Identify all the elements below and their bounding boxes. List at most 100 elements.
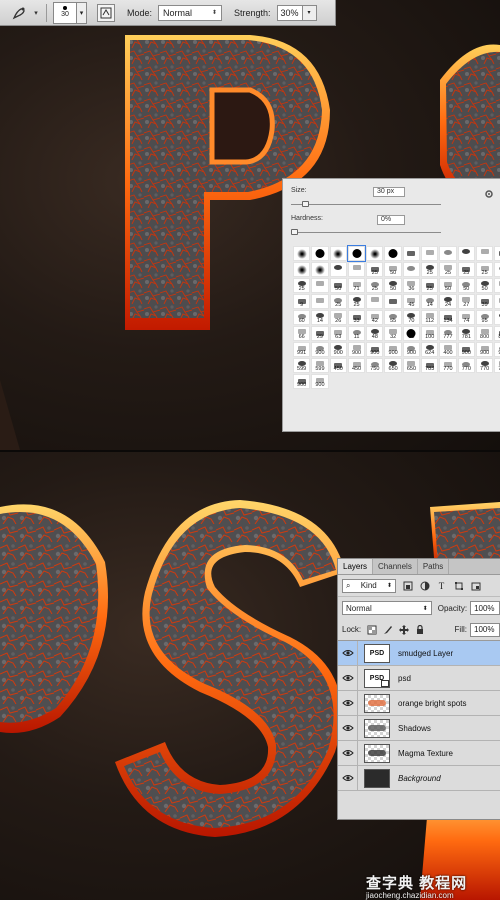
eye-icon[interactable] <box>338 765 358 791</box>
brush-tip[interactable] <box>293 262 311 277</box>
brush-tip[interactable] <box>475 246 494 261</box>
brush-tip[interactable]: 95 <box>475 310 494 325</box>
brush-tip[interactable] <box>402 262 421 277</box>
eye-icon[interactable] <box>338 640 358 666</box>
brush-tip[interactable]: 770 <box>494 358 500 373</box>
brush-tip[interactable]: 25 <box>366 278 384 293</box>
hardness-input[interactable]: 0% <box>377 215 405 225</box>
brush-tip[interactable]: 63 <box>329 326 347 341</box>
lock-move-icon[interactable] <box>398 624 409 635</box>
brush-tip[interactable]: 781 <box>457 326 475 341</box>
brush-tip[interactable]: 599 <box>293 358 311 373</box>
brush-tip[interactable]: 770 <box>439 358 457 373</box>
brush-tip[interactable] <box>366 294 384 309</box>
brush-tip[interactable]: 26 <box>329 310 347 325</box>
brush-tip[interactable]: 25 <box>457 262 475 277</box>
opacity-input[interactable]: 100% <box>470 601 500 615</box>
brush-tip[interactable] <box>311 278 329 293</box>
brush-tip[interactable]: 25 <box>329 294 347 309</box>
brush-tip[interactable]: 400 <box>439 342 457 357</box>
brush-tip[interactable]: 650 <box>402 358 421 373</box>
brush-preset-preview[interactable]: 30 <box>53 1 77 24</box>
brush-tip[interactable] <box>347 262 366 277</box>
brush-tip[interactable] <box>329 246 347 261</box>
brush-tip[interactable]: 9 <box>293 294 311 309</box>
brush-tip[interactable]: 50 <box>329 278 347 293</box>
brush-tip[interactable]: 900 <box>384 342 402 357</box>
brush-tip[interactable]: 770 <box>475 358 494 373</box>
brush-tip[interactable]: 900 <box>494 342 500 357</box>
type-filter-icon[interactable]: T <box>436 580 447 591</box>
layer-row[interactable]: orange bright spots <box>338 690 500 716</box>
brush-tip[interactable] <box>494 246 500 261</box>
brush-tip[interactable] <box>366 246 384 261</box>
size-slider-track[interactable] <box>291 204 441 205</box>
brush-tip[interactable]: 25 <box>421 262 439 277</box>
strength-input[interactable]: 30% <box>276 4 303 21</box>
eye-icon[interactable] <box>338 690 358 716</box>
brush-tip[interactable]: 70 <box>402 310 421 325</box>
brush-tip[interactable] <box>384 294 402 309</box>
shape-filter-icon[interactable] <box>453 580 464 591</box>
size-slider-thumb[interactable] <box>301 201 309 207</box>
brush-tip[interactable]: 100 <box>421 326 439 341</box>
tab-layers[interactable]: Layers <box>338 559 374 574</box>
brush-tip[interactable]: 777 <box>439 326 457 341</box>
brush-tip[interactable]: 60 <box>293 310 311 325</box>
brush-tip[interactable]: 71 <box>347 278 366 293</box>
eye-icon[interactable] <box>338 715 358 741</box>
brush-tip[interactable]: 800 <box>475 326 494 341</box>
brush-tip[interactable]: 450 <box>347 358 366 373</box>
brush-tip[interactable]: 66 <box>293 326 311 341</box>
tab-paths[interactable]: Paths <box>418 559 450 574</box>
brush-tip[interactable] <box>421 246 439 261</box>
mode-select[interactable]: Normal ⬍ <box>158 4 223 21</box>
pixel-filter-icon[interactable] <box>402 580 413 591</box>
brush-tip[interactable]: 27 <box>457 294 475 309</box>
brush-tip[interactable] <box>384 246 402 261</box>
layer-row[interactable]: PSD psd <box>338 665 500 691</box>
brush-tip[interactable]: 112 <box>421 310 439 325</box>
brush-tip[interactable] <box>346 245 367 262</box>
brush-tip[interactable]: 45 <box>402 294 421 309</box>
brush-tip[interactable]: 24 <box>439 294 457 309</box>
brush-tip[interactable]: 900 <box>311 374 329 389</box>
brush-tip[interactable]: 991 <box>293 342 311 357</box>
layer-row[interactable]: PSD smudged Layer <box>338 640 500 666</box>
size-input[interactable]: 30 px <box>373 187 405 197</box>
brush-tip[interactable]: 450 <box>329 358 347 373</box>
lock-paint-brush-icon[interactable] <box>382 624 393 635</box>
lock-transparent-icon[interactable] <box>366 624 377 635</box>
gear-icon[interactable] <box>484 189 494 199</box>
brush-tip[interactable]: 50 <box>439 278 457 293</box>
brush-picker-chevron-icon[interactable]: ▾ <box>77 1 87 24</box>
brush-tip[interactable]: 783 <box>421 358 439 373</box>
brush-tip[interactable]: 750 <box>366 358 384 373</box>
brush-tip[interactable] <box>311 246 329 261</box>
brush-tip[interactable] <box>311 262 329 277</box>
brush-tip[interactable] <box>457 246 475 261</box>
brush-tip[interactable]: 900 <box>475 342 494 357</box>
brush-tip[interactable]: 55 <box>384 310 402 325</box>
fill-input[interactable]: 100% <box>470 622 500 637</box>
brush-tip[interactable]: 74 <box>457 310 475 325</box>
brush-tip[interactable]: 55 <box>402 326 421 341</box>
strength-slider-chevron-icon[interactable]: ▾ <box>302 4 317 21</box>
brush-tip[interactable]: 50 <box>384 278 402 293</box>
brush-tip[interactable]: 800 <box>494 326 500 341</box>
brush-tip[interactable] <box>293 246 311 261</box>
brush-tip[interactable]: 900 <box>293 374 311 389</box>
brush-tip[interactable]: 29 <box>311 326 329 341</box>
brush-tip[interactable]: 50 <box>457 278 475 293</box>
hardness-slider-thumb[interactable] <box>291 229 298 235</box>
smart-object-filter-icon[interactable] <box>470 580 481 591</box>
adjustment-filter-icon[interactable] <box>419 580 430 591</box>
brush-tip[interactable]: 14 <box>311 310 329 325</box>
eye-icon[interactable] <box>338 665 358 691</box>
brush-tip[interactable] <box>311 294 329 309</box>
brush-tip[interactable] <box>329 262 347 277</box>
brush-tip[interactable]: 32 <box>384 326 402 341</box>
brush-tip[interactable]: 25 <box>421 278 439 293</box>
layer-row[interactable]: Background <box>338 765 500 791</box>
brush-tip[interactable]: 900 <box>311 342 329 357</box>
